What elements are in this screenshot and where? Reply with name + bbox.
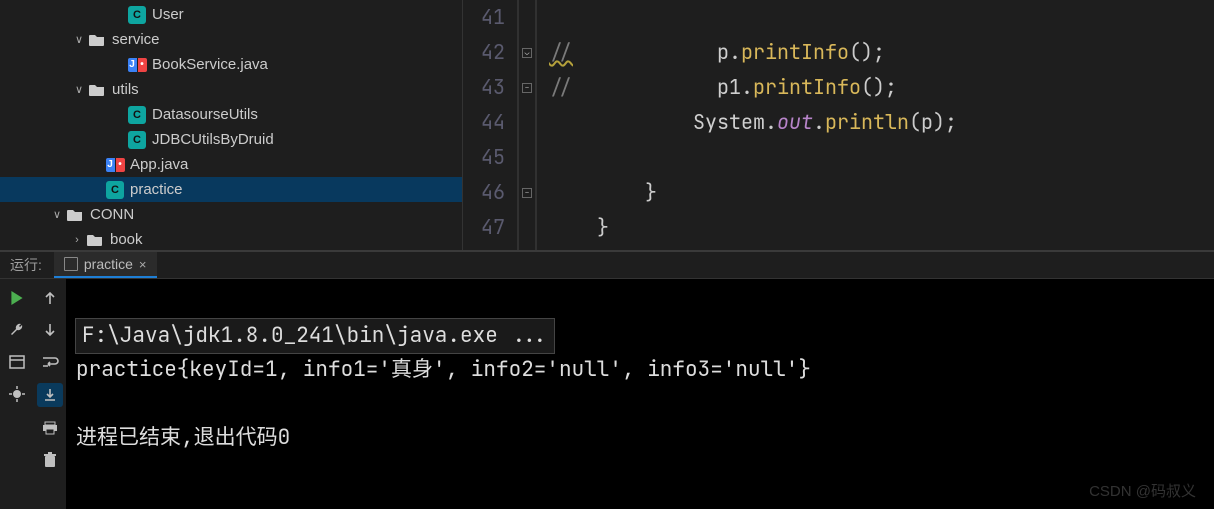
arrow-down-icon[interactable]: [39, 319, 61, 341]
folder-icon: [86, 231, 104, 249]
code-line[interactable]: // p.printInfo();: [549, 35, 957, 70]
run-tab-label: practice: [84, 256, 133, 272]
tree-item-user[interactable]: C User: [0, 2, 462, 27]
class-icon: C: [106, 181, 124, 199]
code-line[interactable]: }: [549, 175, 957, 210]
folder-icon: [66, 206, 84, 224]
watermark: CSDN @码叔义: [1089, 480, 1196, 501]
class-icon: C: [128, 6, 146, 24]
close-icon[interactable]: ×: [139, 257, 147, 272]
run-play-button[interactable]: [6, 287, 28, 309]
folder-icon: [88, 31, 106, 49]
tree-item-label: User: [152, 6, 184, 23]
run-header: 运行: practice ×: [0, 252, 1214, 279]
java-file-icon: J•: [106, 156, 124, 174]
code-line[interactable]: [549, 140, 957, 175]
tree-item-label: practice: [130, 181, 183, 198]
tree-item-label: book: [110, 231, 143, 248]
fold-marker: [519, 210, 535, 245]
code-editor[interactable]: 41424344454647 ⌄–– // p.printInfo();// p…: [462, 0, 1214, 250]
line-gutter: 41424344454647: [463, 0, 519, 250]
tree-item-datasourseutils[interactable]: C DatasourseUtils: [0, 102, 462, 127]
line-number: 46: [481, 175, 505, 210]
fold-column: ⌄––: [519, 0, 537, 250]
java-file-icon: J•: [128, 56, 146, 74]
tree-item-label: DatasourseUtils: [152, 106, 258, 123]
line-number: 47: [481, 210, 505, 245]
line-number: 41: [481, 0, 505, 35]
code-area[interactable]: // p.printInfo();// p1.printInfo(); Syst…: [537, 0, 957, 250]
line-number: 45: [481, 140, 505, 175]
fold-marker[interactable]: ⌄: [519, 35, 535, 70]
run-console[interactable]: F:\Java\jdk1.8.0_241\bin\java.exe ... pr…: [66, 279, 1214, 509]
scroll-to-end-icon[interactable]: [37, 383, 63, 407]
fold-marker: [519, 0, 535, 35]
tree-item-practice[interactable]: Cpractice: [0, 177, 462, 202]
code-line[interactable]: // p1.printInfo();: [549, 70, 957, 105]
chevron-down-icon[interactable]: ∨: [70, 33, 88, 46]
tree-item-label: service: [112, 31, 160, 48]
class-icon: C: [128, 106, 146, 124]
class-icon: C: [128, 131, 146, 149]
run-panel: 运行: practice ×: [0, 250, 1214, 509]
run-tab-practice[interactable]: practice ×: [54, 252, 157, 278]
code-line[interactable]: }: [549, 210, 957, 245]
code-line[interactable]: [549, 0, 957, 35]
tree-item-utils[interactable]: ∨ utils: [0, 77, 462, 102]
tree-item-conn[interactable]: ∨ CONN: [0, 202, 462, 227]
tree-item-bookservice-java[interactable]: J• BookService.java: [0, 52, 462, 77]
fold-marker: [519, 105, 535, 140]
console-command-line: F:\Java\jdk1.8.0_241\bin\java.exe ...: [76, 319, 554, 353]
fold-marker[interactable]: –: [519, 175, 535, 210]
tree-item-label: JDBCUtilsByDruid: [152, 131, 274, 148]
trash-icon[interactable]: [39, 449, 61, 471]
tree-item-label: BookService.java: [152, 56, 268, 73]
tree-item-jdbcutilsbydruid[interactable]: C JDBCUtilsByDruid: [0, 127, 462, 152]
tree-item-app-java[interactable]: J• App.java: [0, 152, 462, 177]
tree-item-label: App.java: [130, 156, 188, 173]
line-number: 44: [481, 105, 505, 140]
run-label: 运行:: [10, 255, 42, 275]
run-tab-icon: [64, 257, 78, 271]
soft-wrap-icon[interactable]: [39, 351, 61, 373]
run-toolbar: [0, 279, 66, 509]
project-tree: C User ∨ service J• BookService.java ∨ utils C Da…: [0, 0, 462, 250]
chevron-down-icon[interactable]: ∨: [70, 83, 88, 96]
arrow-up-icon[interactable]: [39, 287, 61, 309]
tree-item-book[interactable]: › book: [0, 227, 462, 250]
layout-icon[interactable]: [6, 351, 28, 373]
line-number: 43: [481, 70, 505, 105]
chevron-right-icon[interactable]: ›: [68, 234, 86, 246]
line-number: 42: [481, 35, 505, 70]
fold-marker[interactable]: –: [519, 70, 535, 105]
console-exit-line: 进程已结束,退出代码0: [76, 424, 290, 451]
tree-item-service[interactable]: ∨ service: [0, 27, 462, 52]
print-icon[interactable]: [39, 417, 61, 439]
chevron-down-icon[interactable]: ∨: [48, 208, 66, 221]
folder-icon: [88, 81, 106, 99]
debug-icon[interactable]: [6, 383, 28, 405]
code-line[interactable]: System.out.println(p);: [549, 105, 957, 140]
tree-item-label: utils: [112, 81, 139, 98]
fold-marker: [519, 140, 535, 175]
wrench-icon[interactable]: [6, 319, 28, 341]
console-output-line: practice{keyId=1, info1='真身', info2='nul…: [76, 356, 811, 383]
tree-item-label: CONN: [90, 206, 134, 223]
